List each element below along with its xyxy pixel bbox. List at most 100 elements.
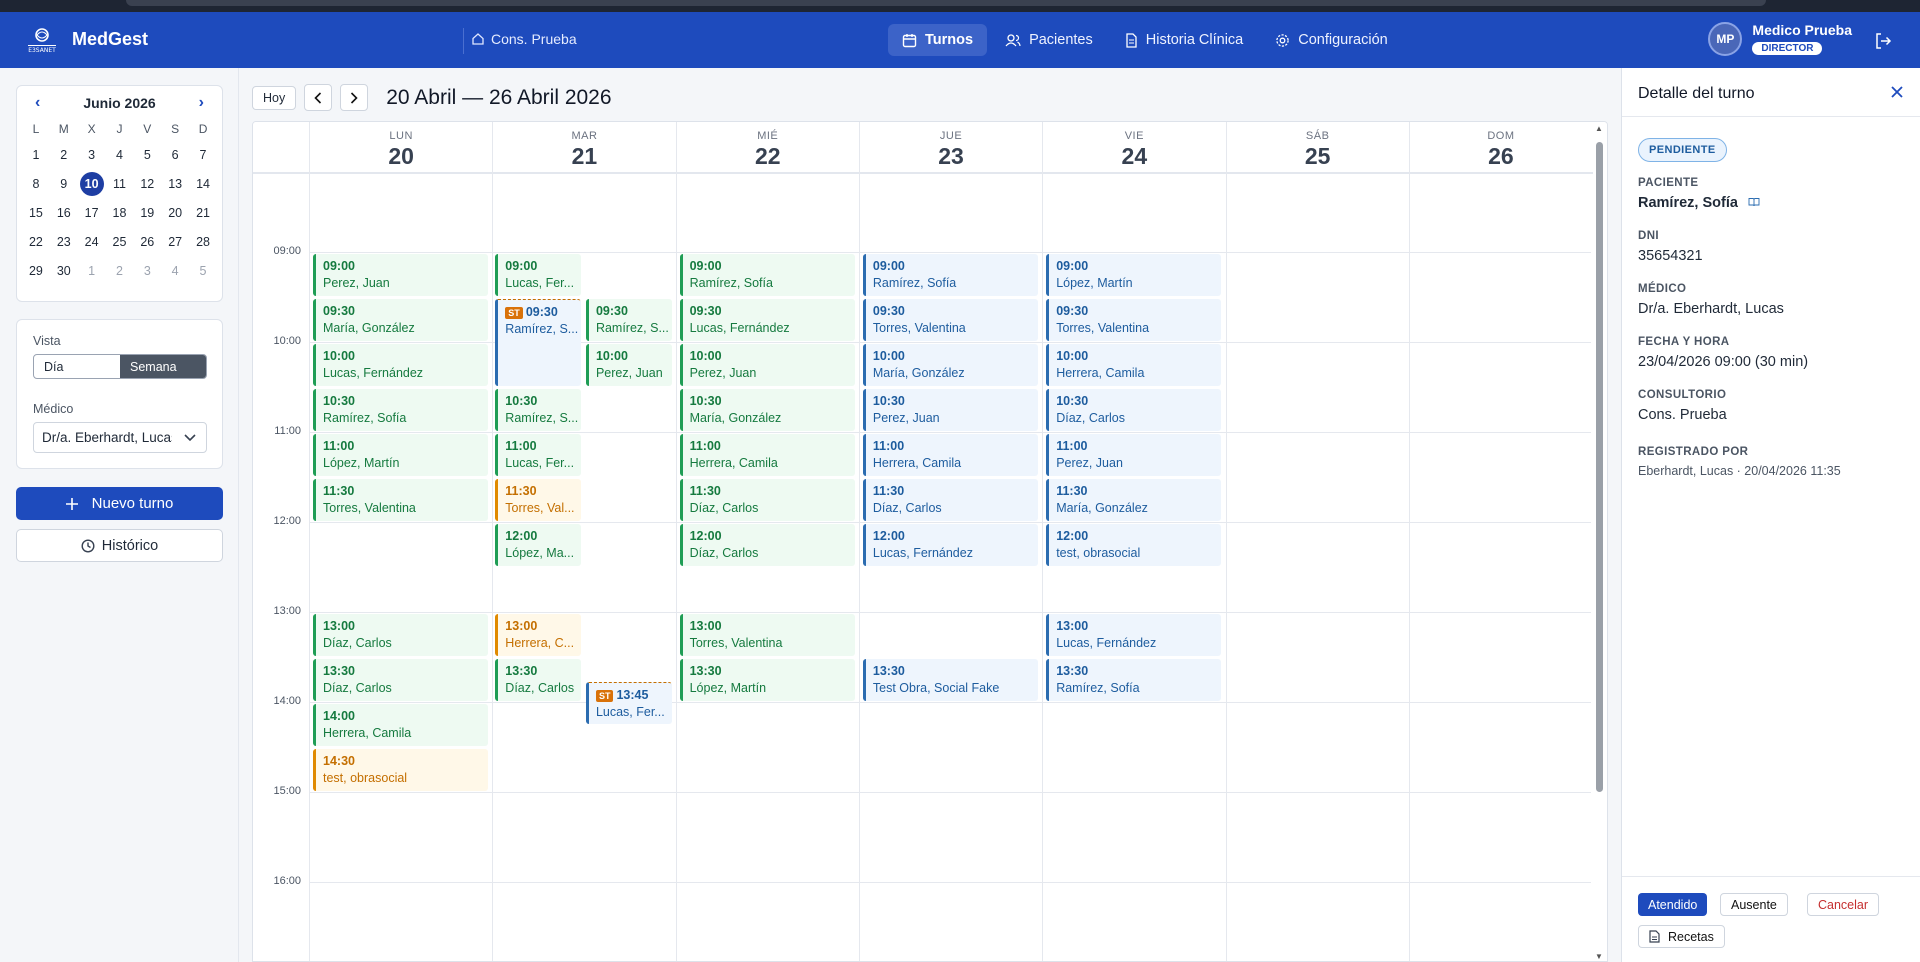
mini-day[interactable]: 29 bbox=[22, 256, 50, 285]
book-icon[interactable] bbox=[1748, 197, 1760, 207]
appointment-event[interactable]: 13:30 Ramírez, Sofía bbox=[1046, 659, 1222, 701]
mini-day[interactable]: 4 bbox=[106, 140, 134, 169]
appointment-event[interactable]: 13:30 López, Martín bbox=[679, 659, 855, 701]
close-icon[interactable] bbox=[1890, 85, 1904, 99]
appointment-event[interactable]: 09:00 Ramírez, Sofía bbox=[862, 254, 1039, 296]
day-header-jue[interactable]: JUE 23 bbox=[858, 122, 1042, 174]
next-week-button[interactable] bbox=[340, 84, 369, 111]
appointment-event[interactable]: 09:30 Lucas, Fernández bbox=[679, 299, 855, 341]
scroll-up-icon[interactable]: ▲ bbox=[1595, 124, 1603, 133]
mini-day[interactable]: 7 bbox=[189, 140, 217, 169]
appointment-event[interactable]: 09:00 Ramírez, Sofía bbox=[679, 254, 855, 296]
today-button[interactable]: Hoy bbox=[252, 85, 297, 110]
day-header-mar[interactable]: MAR 21 bbox=[492, 122, 675, 174]
mini-day[interactable]: 20 bbox=[161, 198, 189, 227]
appointment-event[interactable]: 09:30 Torres, Valentina bbox=[862, 299, 1039, 341]
user-menu[interactable]: MP Medico Prueba DIRECTOR bbox=[1708, 22, 1852, 56]
absent-button[interactable]: Ausente bbox=[1720, 893, 1788, 916]
new-appointment-button[interactable]: Nuevo turno bbox=[16, 487, 223, 520]
mini-day[interactable]: 3 bbox=[78, 140, 106, 169]
appointment-event[interactable]: 10:00 María, González bbox=[862, 344, 1039, 386]
mini-day[interactable]: 14 bbox=[189, 169, 217, 198]
appointment-event[interactable]: 13:00 Lucas, Fernández bbox=[1046, 614, 1222, 656]
patient-name[interactable]: Ramírez, Sofía bbox=[1638, 195, 1738, 211]
appointment-event[interactable]: 10:30 María, González bbox=[679, 389, 855, 431]
appointment-event[interactable]: 10:30 Ramírez, Sofía bbox=[313, 389, 489, 431]
selected-day[interactable]: 10 bbox=[79, 171, 104, 196]
mini-day[interactable]: 26 bbox=[133, 227, 161, 256]
mini-day[interactable]: 6 bbox=[161, 140, 189, 169]
mini-day[interactable]: 25 bbox=[106, 227, 134, 256]
appointment-event[interactable]: 10:00 Lucas, Fernández bbox=[313, 344, 489, 386]
mini-day[interactable]: 19 bbox=[133, 198, 161, 227]
mini-day[interactable]: 3 bbox=[133, 256, 161, 285]
appointment-event[interactable]: 09:30 María, González bbox=[313, 299, 489, 341]
appointment-event[interactable]: 11:00 Lucas, Fer... bbox=[495, 434, 581, 476]
mini-day[interactable]: 23 bbox=[50, 227, 78, 256]
prev-week-button[interactable] bbox=[304, 84, 333, 111]
appointment-event[interactable]: 10:00 Perez, Juan bbox=[585, 344, 672, 386]
day-header-sáb[interactable]: SÁB 25 bbox=[1225, 122, 1409, 174]
mini-day[interactable]: 2 bbox=[106, 256, 134, 285]
appointment-event[interactable]: 13:30 Test Obra, Social Fake bbox=[862, 659, 1039, 701]
appointment-event[interactable]: 12:00 test, obrasocial bbox=[1046, 524, 1222, 566]
appointment-event[interactable]: 11:30 Torres, Valentina bbox=[313, 479, 489, 521]
mini-day[interactable]: 8 bbox=[22, 169, 50, 198]
mini-day[interactable]: 16 bbox=[50, 198, 78, 227]
day-header-lun[interactable]: LUN 20 bbox=[309, 122, 492, 174]
mini-day[interactable]: 18 bbox=[106, 198, 134, 227]
cancel-button[interactable]: Cancelar bbox=[1807, 893, 1880, 916]
appointment-event[interactable]: ST 09:30 Ramírez, S... bbox=[495, 299, 581, 386]
day-header-dom[interactable]: DOM 26 bbox=[1408, 122, 1592, 174]
view-dia-button[interactable]: Día bbox=[34, 355, 120, 378]
scrollbar-thumb[interactable] bbox=[1596, 142, 1603, 792]
tab-pacientes[interactable]: Pacientes bbox=[991, 24, 1107, 56]
attended-button[interactable]: Atendido bbox=[1638, 893, 1708, 916]
appointment-event[interactable]: 13:00 Herrera, C... bbox=[495, 614, 581, 656]
mini-day[interactable]: 13 bbox=[161, 169, 189, 198]
mini-day[interactable]: 5 bbox=[133, 140, 161, 169]
appointment-event[interactable]: 11:30 Torres, Val... bbox=[495, 479, 581, 521]
appointment-event[interactable]: 10:30 Ramírez, S... bbox=[495, 389, 581, 431]
appointment-event[interactable]: 09:00 López, Martín bbox=[1046, 254, 1222, 296]
mini-day[interactable]: 11 bbox=[106, 169, 134, 198]
mini-day[interactable]: 12 bbox=[133, 169, 161, 198]
appointment-event[interactable]: 09:00 Lucas, Fer... bbox=[495, 254, 581, 296]
appointment-event[interactable]: 10:00 Herrera, Camila bbox=[1046, 344, 1222, 386]
appointment-event[interactable]: 11:00 Herrera, Camila bbox=[679, 434, 855, 476]
mini-day[interactable]: 27 bbox=[161, 227, 189, 256]
appointment-event[interactable]: 09:00 Perez, Juan bbox=[313, 254, 489, 296]
appointment-event[interactable]: 11:30 Díaz, Carlos bbox=[679, 479, 855, 521]
appointment-event[interactable]: 10:30 Perez, Juan bbox=[862, 389, 1039, 431]
appointment-event[interactable]: 09:30 Torres, Valentina bbox=[1046, 299, 1222, 341]
appointment-event[interactable]: 10:00 Perez, Juan bbox=[679, 344, 855, 386]
appointment-event[interactable]: 11:00 López, Martín bbox=[313, 434, 489, 476]
scroll-down-icon[interactable]: ▼ bbox=[1595, 952, 1603, 961]
appointment-event[interactable]: 13:30 Díaz, Carlos bbox=[313, 659, 489, 701]
appointment-event[interactable]: 12:00 Díaz, Carlos bbox=[679, 524, 855, 566]
calendar-scrollbar[interactable]: ▲ ▼ bbox=[1591, 122, 1607, 961]
appointment-event[interactable]: 11:00 Perez, Juan bbox=[1046, 434, 1222, 476]
mini-day[interactable]: 30 bbox=[50, 256, 78, 285]
day-header-vie[interactable]: VIE 24 bbox=[1042, 122, 1225, 174]
mini-day[interactable]: 17 bbox=[78, 198, 106, 227]
appointment-event[interactable]: ST 13:45 Lucas, Fer... bbox=[585, 681, 672, 724]
appointment-event[interactable]: 13:30 Díaz, Carlos bbox=[495, 659, 581, 701]
tab-turnos[interactable]: Turnos bbox=[888, 24, 988, 56]
mini-day[interactable]: 28 bbox=[189, 227, 217, 256]
avatar[interactable]: MP bbox=[1708, 22, 1743, 56]
logout-icon[interactable] bbox=[1874, 32, 1892, 50]
mini-day[interactable]: 10 bbox=[78, 169, 106, 198]
appointment-event[interactable]: 09:30 Ramírez, S... bbox=[585, 299, 672, 341]
appointment-event[interactable]: 10:30 Díaz, Carlos bbox=[1046, 389, 1222, 431]
mini-day[interactable]: 15 bbox=[22, 198, 50, 227]
mini-day[interactable]: 2 bbox=[50, 140, 78, 169]
medico-select[interactable]: Dr/a. Eberhardt, Lucas bbox=[33, 422, 207, 453]
mini-day[interactable]: 22 bbox=[22, 227, 50, 256]
history-button[interactable]: Histórico bbox=[16, 529, 223, 562]
day-header-mié[interactable]: MIÉ 22 bbox=[675, 122, 859, 174]
appointment-event[interactable]: 13:00 Torres, Valentina bbox=[679, 614, 855, 656]
tab-historia-clinica[interactable]: Historia Clínica bbox=[1111, 24, 1258, 56]
mini-day[interactable]: 21 bbox=[189, 198, 217, 227]
appointment-event[interactable]: 13:00 Díaz, Carlos bbox=[313, 614, 489, 656]
